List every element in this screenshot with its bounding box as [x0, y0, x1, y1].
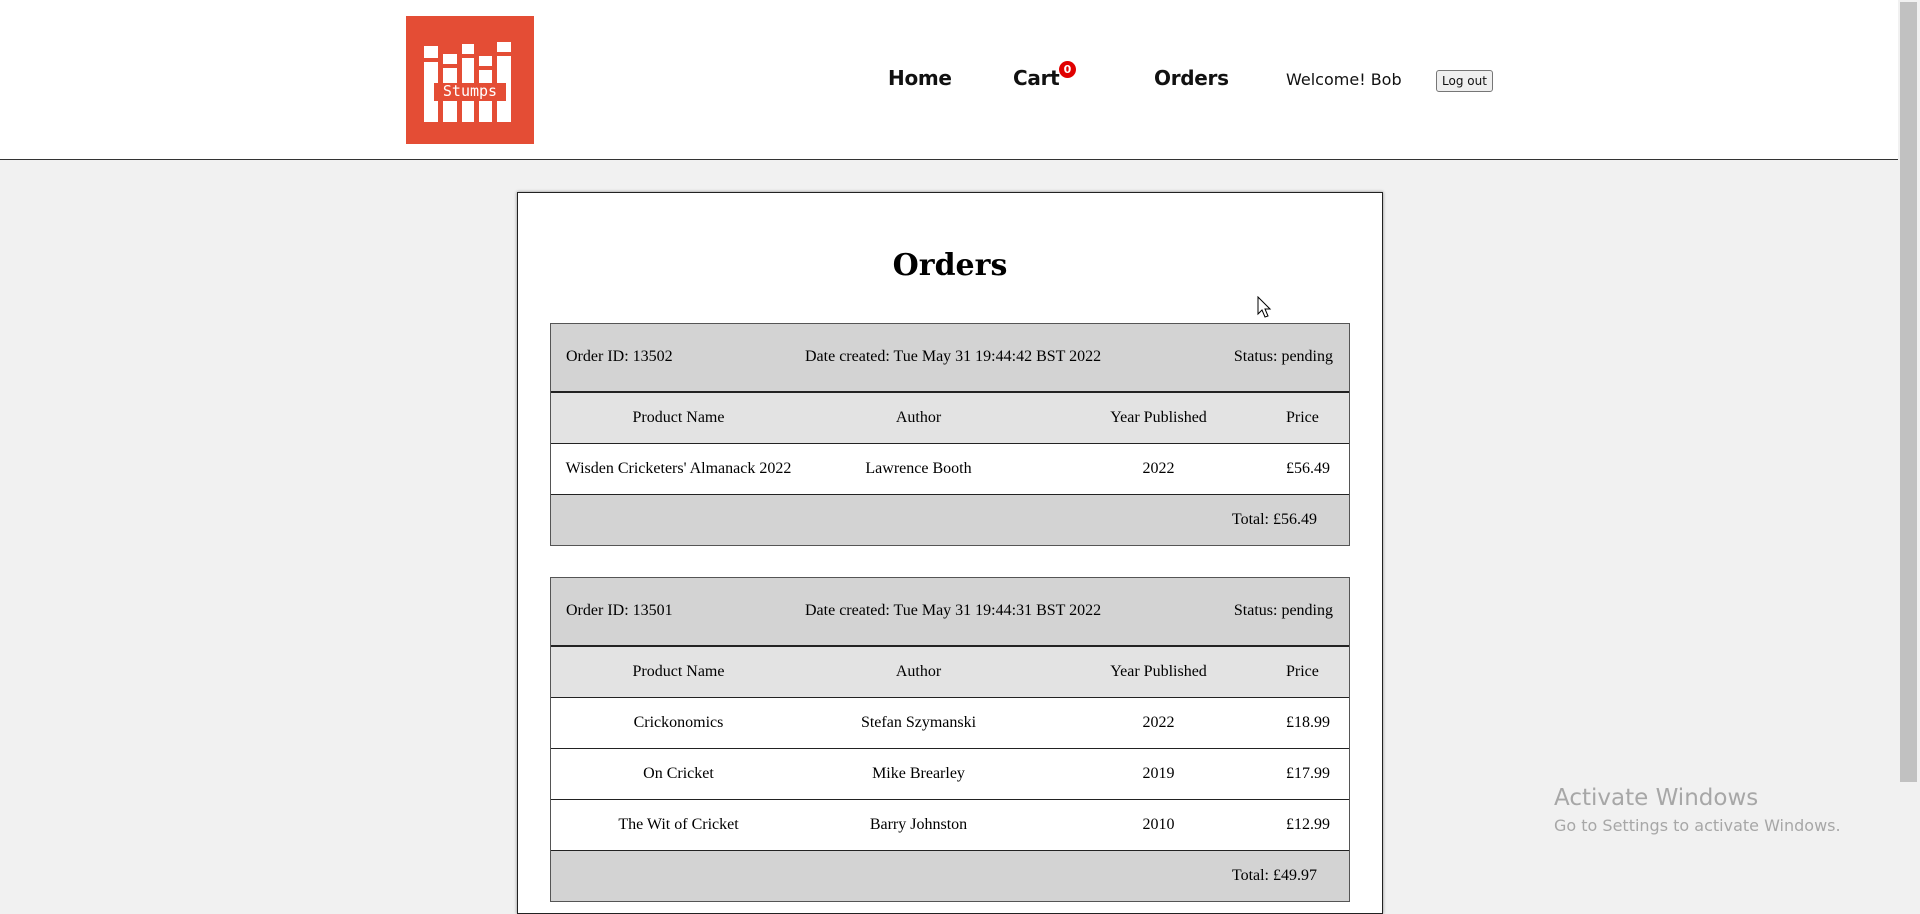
item-price: £18.99: [1286, 714, 1330, 731]
page-title: Orders: [892, 248, 1008, 283]
item-price: £56.49: [1286, 460, 1330, 477]
order-item-row: On Cricket Mike Brearley 2019 £17.99: [551, 749, 1349, 800]
nav-cart-link[interactable]: Cart: [1013, 66, 1060, 90]
column-header-row: Product Name Author Year Published Price: [551, 393, 1349, 444]
order-date: Date created: Tue May 31 19:44:31 BST 20…: [805, 602, 1102, 619]
logo-text: Stumps: [442, 82, 498, 100]
bookshelf-logo-icon: [424, 42, 511, 122]
order-date: Date created: Tue May 31 19:44:42 BST 20…: [805, 348, 1102, 365]
welcome-text: Welcome! Bob: [1286, 70, 1402, 89]
order-item-row: The Wit of Cricket Barry Johnston 2010 £…: [551, 800, 1349, 851]
logout-button[interactable]: Log out: [1436, 70, 1493, 92]
orders-card: Orders Order ID: 13502 Date created: Tue…: [517, 192, 1383, 914]
watermark-title: Activate Windows: [1554, 785, 1759, 811]
column-price: Price: [1286, 409, 1319, 426]
stumps-logo[interactable]: Stumps: [406, 16, 534, 144]
item-product-name: Crickonomics: [633, 714, 724, 731]
order-header: Order ID: 13501 Date created: Tue May 31…: [551, 578, 1349, 647]
item-year: 2010: [1142, 816, 1175, 833]
item-year: 2022: [1142, 714, 1175, 731]
order-item-row: Crickonomics Stefan Szymanski 2022 £18.9…: [551, 698, 1349, 749]
watermark-subtitle: Go to Settings to activate Windows.: [1554, 816, 1841, 835]
item-author: Lawrence Booth: [865, 460, 972, 477]
item-price: £12.99: [1286, 816, 1330, 833]
item-product-name: On Cricket: [643, 765, 714, 782]
item-author: Stefan Szymanski: [860, 714, 977, 731]
cart-count-badge: 0: [1059, 61, 1076, 78]
column-product-name: Product Name: [632, 663, 725, 680]
scrollbar-thumb[interactable]: [1900, 2, 1917, 782]
nav-orders-link[interactable]: Orders: [1154, 66, 1229, 90]
column-price: Price: [1286, 663, 1319, 680]
item-year: 2022: [1142, 460, 1175, 477]
order-block: Order ID: 13502 Date created: Tue May 31…: [550, 323, 1350, 546]
order-header: Order ID: 13502 Date created: Tue May 31…: [551, 324, 1349, 393]
order-item-row: Wisden Cricketers' Almanack 2022 Lawrenc…: [551, 444, 1349, 495]
top-navbar: Stumps Home Cart 0 Orders Welcome! Bob L…: [0, 0, 1898, 160]
order-block: Order ID: 13501 Date created: Tue May 31…: [550, 577, 1350, 902]
item-product-name: Wisden Cricketers' Almanack 2022: [565, 460, 792, 477]
nav-home-link[interactable]: Home: [888, 66, 952, 90]
order-id: Order ID: 13501: [566, 602, 673, 619]
column-year-published: Year Published: [1110, 663, 1207, 680]
mouse-pointer-icon: [1257, 296, 1272, 318]
order-total: Total: £49.97: [1231, 867, 1317, 884]
item-price: £17.99: [1286, 765, 1330, 782]
item-product-name: The Wit of Cricket: [618, 816, 739, 833]
column-header-row: Product Name Author Year Published Price: [551, 647, 1349, 698]
column-product-name: Product Name: [632, 409, 725, 426]
order-id: Order ID: 13502: [566, 348, 673, 365]
vertical-scrollbar[interactable]: [1898, 0, 1920, 888]
order-total-row: Total: £56.49: [551, 495, 1349, 545]
order-total-row: Total: £49.97: [551, 851, 1349, 901]
activate-windows-watermark: Activate Windows Go to Settings to activ…: [1554, 785, 1841, 835]
column-year-published: Year Published: [1110, 409, 1207, 426]
order-status: Status: pending: [1233, 602, 1333, 619]
column-author: Author: [895, 409, 942, 426]
item-year: 2019: [1142, 765, 1175, 782]
item-author: Barry Johnston: [869, 816, 968, 833]
order-total: Total: £56.49: [1231, 511, 1317, 528]
column-author: Author: [895, 663, 942, 680]
item-author: Mike Brearley: [872, 765, 965, 782]
order-status: Status: pending: [1233, 348, 1333, 365]
